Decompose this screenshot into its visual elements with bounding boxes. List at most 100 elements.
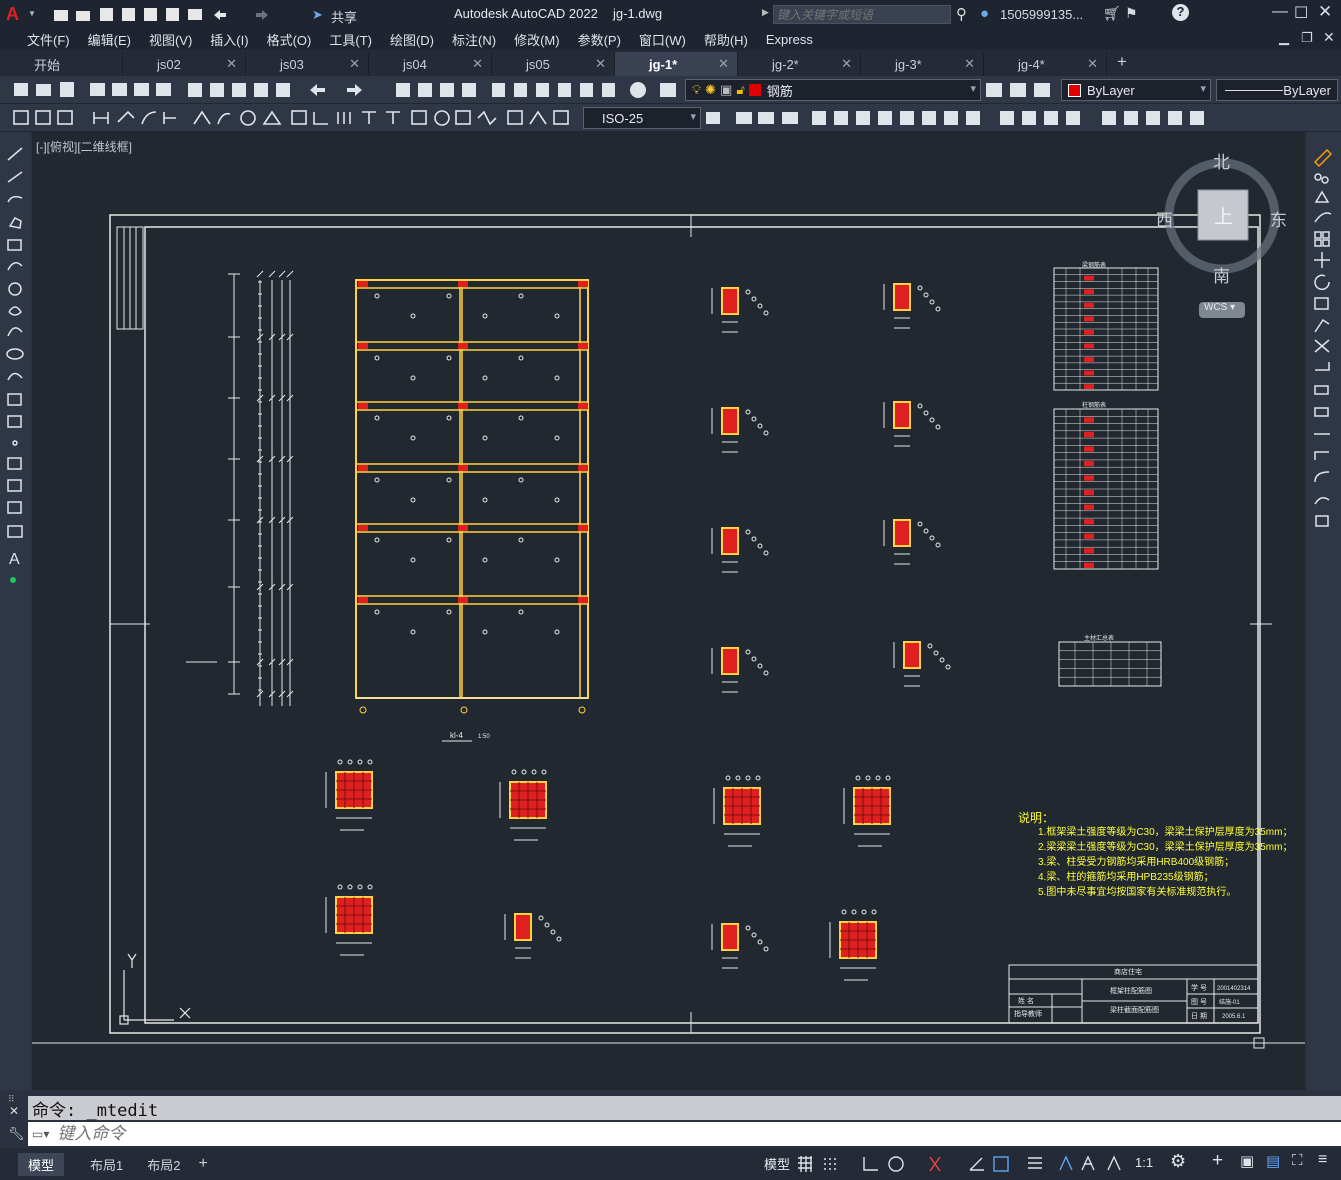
tab-jg-4[interactable]: jg-4* ✕ — [984, 52, 1107, 76]
menu-modify[interactable]: 修改(M) — [505, 30, 569, 49]
add-layout-plus-icon[interactable]: + — [198, 1155, 207, 1173]
rebar-callout — [544, 922, 550, 928]
autocad-logo-icon[interactable]: A — [6, 4, 28, 24]
viewcube-west[interactable]: 西 — [1156, 206, 1173, 231]
modify-toolbar-icons[interactable] — [704, 108, 1214, 128]
help-icon[interactable]: ? — [1172, 4, 1189, 21]
date: 2005.6.1 — [1222, 1014, 1246, 1020]
viewcube-top[interactable]: 上 — [1214, 202, 1233, 229]
rebar-callout — [541, 769, 547, 775]
tab-jg-1[interactable]: jg-1* ✕ — [615, 52, 738, 76]
modify-tool-icons[interactable] — [1307, 142, 1341, 562]
menu-window[interactable]: 窗口(W) — [630, 30, 695, 49]
break-icon — [1314, 407, 1329, 417]
toolbar-dimension: ISO-25 ▾ — [0, 104, 1341, 132]
dimension-toolbar-icons[interactable] — [8, 108, 580, 128]
tab-js04[interactable]: js04 ✕ — [369, 52, 492, 76]
menu-tools[interactable]: 工具(T) — [320, 30, 381, 49]
layout-tab-model[interactable]: 模型 — [18, 1152, 65, 1176]
color-dropdown[interactable]: ByLayer ▾ — [1061, 79, 1211, 101]
cart-icon[interactable]: 🛒︎ — [1103, 5, 1121, 22]
beam-joint — [358, 403, 368, 409]
menu-dimension[interactable]: 标注(N) — [443, 30, 505, 49]
user-icon[interactable]: ● — [980, 5, 989, 22]
linetype-dropdown[interactable]: ByLayer — [1216, 79, 1338, 101]
layer-dropdown[interactable]: 💡︎ ✺ ▣ 🔓︎ 钢筋 ▾ — [685, 79, 981, 101]
units-icon[interactable]: ▣ — [1240, 1152, 1254, 1170]
annotation-scale[interactable]: 1:1 — [1135, 1155, 1153, 1170]
viewcube-north[interactable]: 北 — [1213, 148, 1230, 173]
share-button[interactable]: 共享 — [331, 7, 357, 26]
viewcube-south[interactable]: 南 — [1213, 262, 1230, 287]
model-space-button[interactable]: 模型 — [764, 1154, 790, 1173]
menu-edit[interactable]: 编辑(E) — [79, 30, 140, 49]
tab-close-icon[interactable]: ✕ — [841, 56, 852, 72]
app-menu-chevron-icon[interactable]: ▼ — [28, 9, 36, 18]
status-bar: 模型 布局1 布局2 + 模型 1:1 ⚙ + ▣ ▤ ⛶ ≡ — [0, 1148, 1341, 1180]
menu-file[interactable]: 文件(F) — [18, 30, 79, 49]
menu-draw[interactable]: 绘图(D) — [381, 30, 443, 49]
dimstyle-dropdown[interactable]: ISO-25 ▾ — [583, 107, 701, 129]
tab-close-icon[interactable]: ✕ — [595, 56, 606, 72]
autodesk-app-icon[interactable]: ⚑ — [1125, 5, 1138, 22]
workspace-gear-icon[interactable]: ⚙ — [1170, 1151, 1186, 1172]
tab-jg-3[interactable]: jg-3* ✕ — [861, 52, 984, 76]
viewcube-east[interactable]: 东 — [1270, 206, 1287, 231]
command-close-icon[interactable]: ✕ — [9, 1104, 19, 1118]
standard-toolbar-icons[interactable] — [8, 80, 684, 100]
layout-tab-1[interactable]: 布局1 — [80, 1153, 133, 1176]
rebar-table-2: 柱钢筋表 — [1053, 401, 1159, 570]
menu-parametric[interactable]: 参数(P) — [569, 30, 630, 49]
tab-start[interactable]: 开始 — [0, 52, 123, 76]
command-prompt-icon[interactable]: ▭▾ — [32, 1127, 49, 1141]
annotation-monitor-plus-icon[interactable]: + — [1212, 1150, 1223, 1172]
new-tab-plus-icon[interactable]: + — [1107, 52, 1137, 76]
layer-color-swatch — [748, 84, 761, 96]
region-icon — [7, 479, 22, 492]
chamfer-icon — [1314, 451, 1329, 460]
doc-minimize-icon[interactable]: ▁ — [1279, 30, 1289, 46]
tab-js05[interactable]: js05 ✕ — [492, 52, 615, 76]
tab-close-icon[interactable]: ✕ — [349, 56, 360, 72]
command-line-handle[interactable]: ⠿ ✕ 🔧︎ — [0, 1092, 28, 1148]
search-input[interactable] — [773, 5, 951, 24]
tab-close-icon[interactable]: ✕ — [472, 56, 483, 72]
menu-express[interactable]: Express — [757, 32, 822, 47]
tab-close-icon[interactable]: ✕ — [718, 56, 729, 72]
search-expand-icon[interactable]: ▶ — [762, 7, 769, 18]
tab-close-icon[interactable]: ✕ — [226, 56, 237, 72]
clean-screen-icon[interactable]: ⛶ — [1292, 1152, 1303, 1169]
menu-insert[interactable]: 插入(I) — [201, 30, 257, 49]
tab-jg-2[interactable]: jg-2* ✕ — [738, 52, 861, 76]
menu-help[interactable]: 帮助(H) — [695, 30, 757, 49]
dim-tick — [268, 270, 276, 278]
menu-view[interactable]: 视图(V) — [140, 30, 201, 49]
command-input[interactable] — [57, 1124, 1341, 1144]
tab-js02[interactable]: js02 ✕ — [123, 52, 246, 76]
quick-access-toolbar[interactable] — [52, 6, 302, 24]
axis-bubble — [578, 706, 586, 714]
grid-icon — [798, 1156, 812, 1172]
layout-tab-2[interactable]: 布局2 — [137, 1153, 190, 1176]
doc-close-icon[interactable]: ✕ — [1323, 29, 1335, 46]
close-icon[interactable]: ✕ — [1318, 2, 1332, 22]
tab-close-icon[interactable]: ✕ — [964, 56, 975, 72]
user-name[interactable]: 1505999135... — [1000, 7, 1083, 22]
doc-restore-icon[interactable]: ❐ — [1301, 30, 1313, 46]
rebar-callout — [554, 497, 560, 503]
quick-properties-icon[interactable]: ▤ — [1266, 1152, 1280, 1170]
search-icon[interactable]: ⚲ — [956, 5, 967, 23]
share-icon[interactable]: ➤ — [312, 7, 323, 23]
draw-tool-icons[interactable]: A — [0, 140, 30, 590]
minimize-icon[interactable]: — — [1272, 3, 1288, 21]
maximize-icon[interactable]: ☐ — [1294, 3, 1308, 23]
menu-format[interactable]: 格式(O) — [258, 30, 321, 49]
customization-icon[interactable]: ≡ — [1318, 1151, 1327, 1169]
status-toggle-icons[interactable] — [796, 1154, 1146, 1174]
layer-tools-icons[interactable] — [984, 80, 1058, 100]
drawing-canvas[interactable]: [-][俯视][二维线框] kl-4 1:50 梁钢筋表 柱钢筋表 主材汇总表 — [32, 132, 1305, 1090]
tab-js03[interactable]: js03 ✕ — [246, 52, 369, 76]
tab-close-icon[interactable]: ✕ — [1087, 56, 1098, 72]
wcs-menu[interactable]: WCS ▾ — [1199, 302, 1245, 318]
customize-wrench-icon[interactable]: 🔧︎ — [8, 1126, 25, 1142]
